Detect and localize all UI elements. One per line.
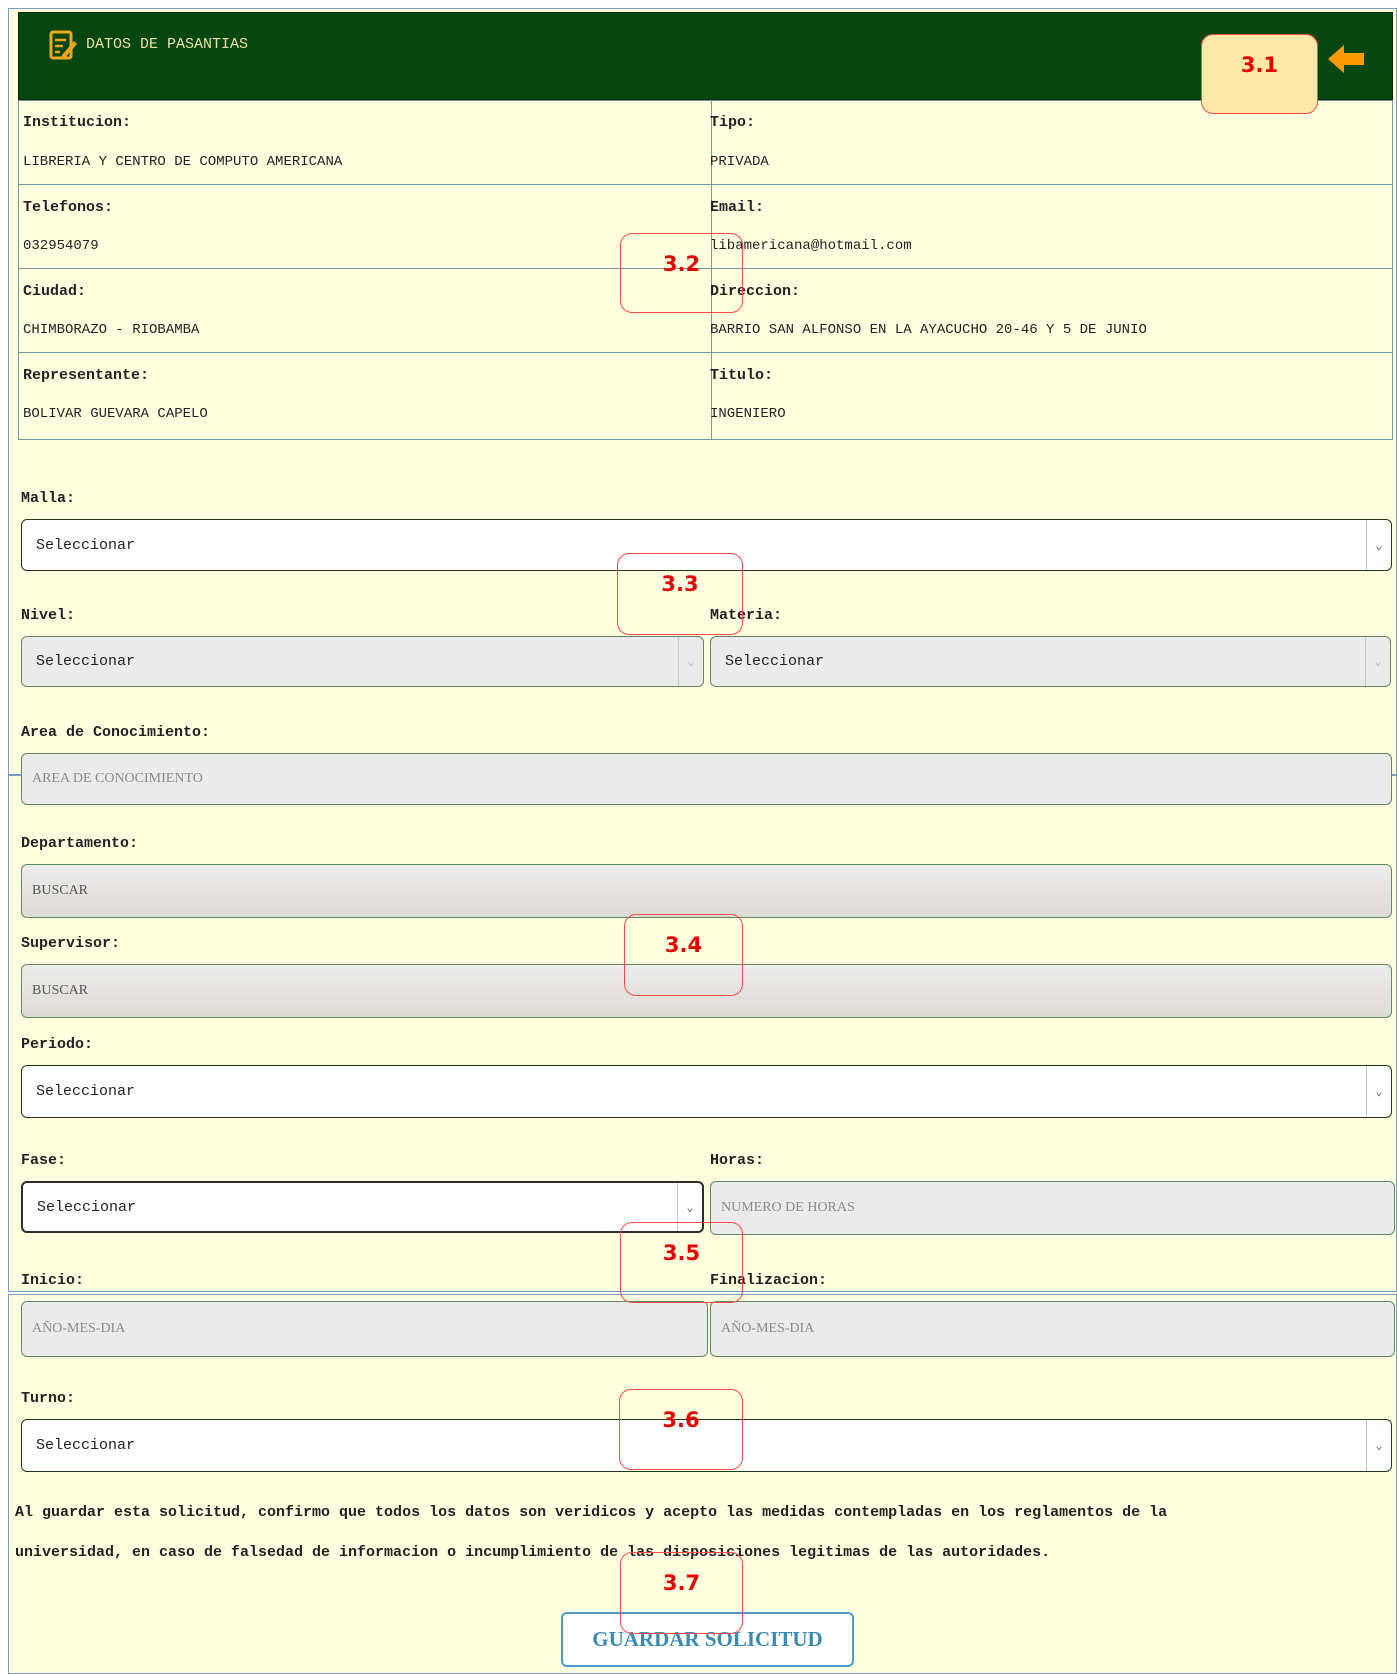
inicio-label: Inicio: [21, 1272, 85, 1289]
periodo-select[interactable]: Seleccionar ⌄ [21, 1065, 1392, 1118]
turno-label: Turno: [21, 1390, 76, 1407]
direccion-value: BARRIO SAN ALFONSO EN LA AYACUCHO 20-46 … [710, 322, 1147, 338]
departamento-search[interactable]: BUSCAR [21, 864, 1392, 918]
finalizacion-date-input[interactable]: AÑO-MES-DIA [710, 1301, 1395, 1357]
supervisor-label: Supervisor: [21, 935, 121, 952]
nivel-select-value: Seleccionar [36, 653, 136, 670]
materia-select[interactable]: Seleccionar ⌄ [710, 636, 1391, 687]
materia-select-value: Seleccionar [725, 653, 825, 670]
fase-select-value: Seleccionar [37, 1198, 137, 1216]
periodo-select-value: Seleccionar [36, 1083, 136, 1100]
cell-email [711, 184, 1393, 269]
disclaimer-line-2: universidad, en caso de falsedad de info… [15, 1544, 1051, 1561]
callout-3-7: 3.7 [620, 1552, 743, 1634]
chevron-down-icon[interactable]: ⌄ [1366, 1066, 1391, 1117]
cell-representante [18, 352, 712, 440]
fase-label: Fase: [21, 1152, 67, 1169]
arrow-left-icon[interactable] [1328, 45, 1364, 73]
disclaimer-line-1: Al guardar esta solicitud, confirmo que … [15, 1504, 1168, 1521]
malla-label: Malla: [21, 490, 76, 507]
callout-3-4: 3.4 [624, 914, 743, 996]
chevron-down-icon[interactable]: ⌄ [1366, 520, 1391, 570]
area-conocimiento-input[interactable]: AREA DE CONOCIMIENTO [21, 753, 1392, 805]
titulo-label: Titulo: [710, 367, 774, 384]
edit-document-icon [48, 28, 78, 62]
telefonos-label: Telefonos: [23, 199, 114, 216]
representante-value: BOLIVAR GUEVARA CAPELO [23, 406, 208, 422]
fase-select[interactable]: Seleccionar ⌄ [21, 1181, 704, 1233]
chevron-down-icon[interactable]: ⌄ [1366, 1420, 1391, 1471]
email-label: Email: [710, 199, 765, 216]
nivel-label: Nivel: [21, 607, 76, 624]
page-title: DATOS DE PASANTIAS [86, 36, 249, 53]
tipo-label: Tipo: [710, 114, 756, 131]
callout-3-3: 3.3 [617, 553, 743, 635]
ciudad-value: CHIMBORAZO - RIOBAMBA [23, 322, 200, 338]
tipo-value: PRIVADA [710, 154, 769, 170]
horas-label: Horas: [710, 1152, 765, 1169]
telefonos-value: 032954079 [23, 238, 99, 254]
chevron-down-icon[interactable]: ⌄ [678, 637, 703, 686]
cell-ciudad [18, 268, 712, 353]
callout-3-6: 3.6 [619, 1389, 743, 1470]
callout-3-5: 3.5 [620, 1222, 743, 1303]
periodo-label: Periodo: [21, 1036, 94, 1053]
cell-institucion [18, 100, 712, 185]
callout-3-2: 3.2 [620, 233, 743, 313]
institucion-label: Institucion: [23, 114, 132, 131]
chevron-down-icon[interactable]: ⌄ [1365, 637, 1390, 686]
institucion-value: LIBRERIA Y CENTRO DE COMPUTO AMERICANA [23, 154, 343, 170]
departamento-label: Departamento: [21, 835, 139, 852]
callout-3-1: 3.1 [1201, 34, 1318, 114]
inicio-date-input[interactable]: AÑO-MES-DIA [21, 1301, 708, 1357]
turno-select-value: Seleccionar [36, 1437, 136, 1454]
nivel-select[interactable]: Seleccionar ⌄ [21, 636, 704, 687]
cell-titulo [711, 352, 1393, 440]
cell-direccion [711, 268, 1393, 353]
titulo-value: INGENIERO [710, 406, 786, 422]
horas-input[interactable]: NUMERO DE HORAS [710, 1181, 1395, 1235]
section-header [18, 12, 1393, 100]
malla-select-value: Seleccionar [36, 536, 136, 554]
representante-label: Representante: [23, 367, 150, 384]
cell-telefonos [18, 184, 712, 269]
ciudad-label: Ciudad: [23, 283, 87, 300]
area-conocimiento-label: Area de Conocimiento: [21, 724, 211, 741]
